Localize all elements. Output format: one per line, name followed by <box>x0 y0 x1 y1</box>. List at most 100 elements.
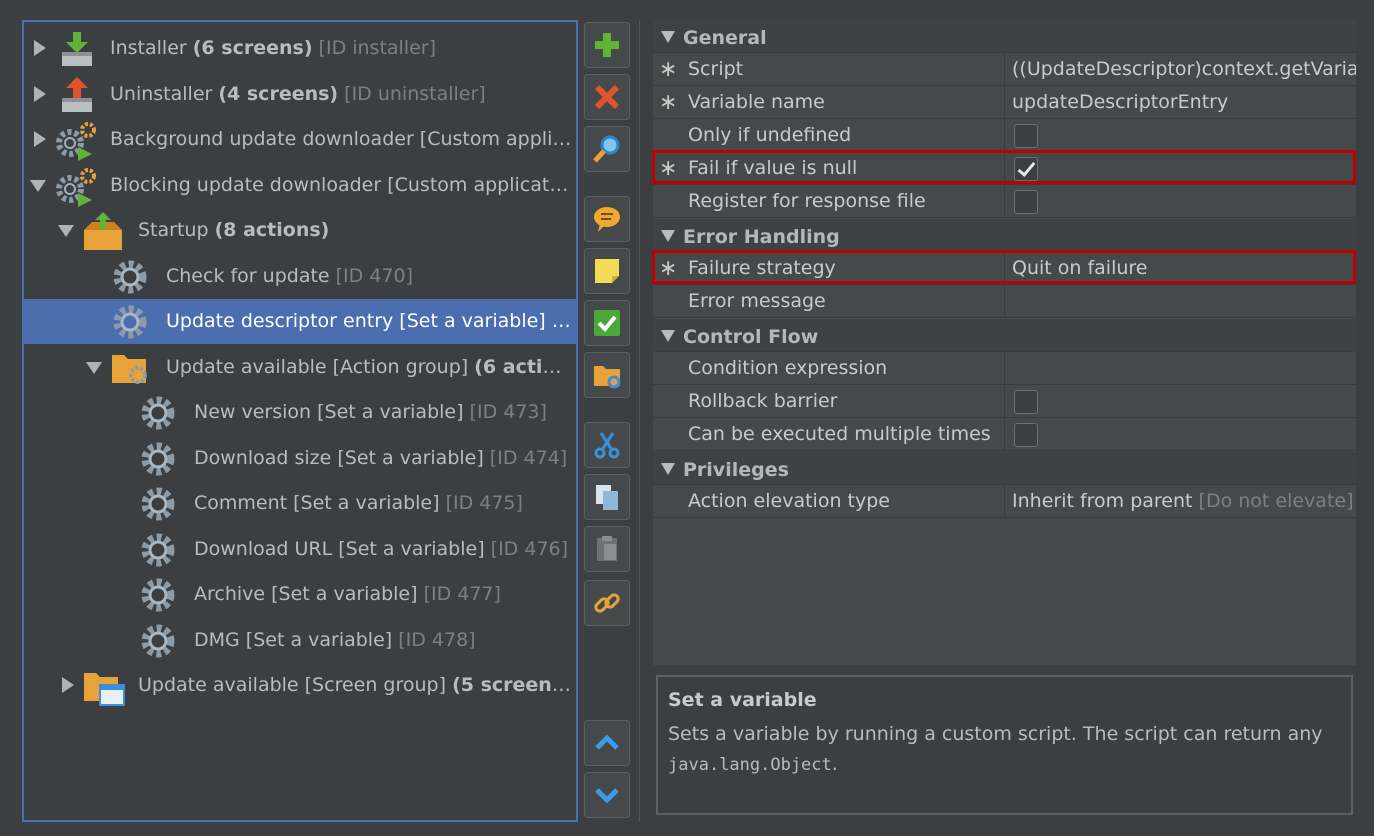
tree-item-update-descriptor-entry[interactable]: Update descriptor entry [Set a variable]… <box>24 299 576 344</box>
gear-icon <box>138 485 178 523</box>
property-condition-expression[interactable]: Condition expression <box>653 352 1356 385</box>
expand-arrow-icon[interactable] <box>34 86 46 102</box>
property-name: Can be executed multiple times <box>688 423 991 445</box>
expand-arrow-icon[interactable] <box>34 40 46 56</box>
installer-icon <box>56 30 96 68</box>
rollback-barrier-checkbox[interactable] <box>1014 390 1038 414</box>
tree-item-label: Update available [Screen group] <box>138 674 453 696</box>
category-error-handling[interactable]: Error Handling <box>653 219 1356 252</box>
property-rollback-barrier[interactable]: Rollback barrier <box>653 385 1356 418</box>
collapse-arrow-icon[interactable] <box>58 225 74 237</box>
tree-item-label: Background update downloader [Custom app… <box>110 128 572 150</box>
gear-icon <box>138 440 178 478</box>
tree-item-uninstaller[interactable]: Uninstaller (4 screens) [ID uninstaller] <box>24 72 576 117</box>
folder-button[interactable] <box>584 352 630 398</box>
property-value-cell <box>1004 418 1356 451</box>
collapse-arrow-icon[interactable] <box>30 180 46 192</box>
property-script[interactable]: ∗ Script ((UpdateDescriptor)context.getV… <box>653 53 1356 86</box>
copy-button[interactable] <box>584 474 630 520</box>
tree-item-id: [ID 475] <box>439 492 523 514</box>
elevation-value: Inherit from parent <box>1012 490 1193 512</box>
action-toolbar <box>584 20 630 822</box>
property-value-condition-expression[interactable] <box>1004 352 1356 385</box>
tree-item-blocking-downloader[interactable]: Blocking update downloader [Custom appli… <box>24 163 576 208</box>
action-tree[interactable]: Installer (6 screens) [ID installer] Uni… <box>22 20 578 822</box>
tree-item-new-version[interactable]: New version [Set a variable] [ID 473] <box>24 390 576 435</box>
description-end: . <box>831 753 838 775</box>
property-name: Rollback barrier <box>688 390 838 412</box>
tree-item-update-available-screen-group[interactable]: Update available [Screen group] (5 scree… <box>24 663 576 708</box>
check-icon <box>594 310 620 336</box>
panel-divider[interactable] <box>639 20 640 822</box>
delete-button[interactable] <box>584 74 630 120</box>
multiple-times-checkbox[interactable] <box>1014 423 1038 447</box>
property-only-if-undefined[interactable]: Only if undefined <box>653 119 1356 152</box>
tree-item-background-downloader[interactable]: Background update downloader [Custom app… <box>24 117 576 162</box>
tree-item-id: [ID 478] <box>392 629 476 651</box>
property-value-elevation-type[interactable]: Inherit from parent [Do not elevate] <box>1004 485 1356 518</box>
tree-item-check-for-update[interactable]: Check for update [ID 470] <box>24 254 576 299</box>
tree-item-installer[interactable]: Installer (6 screens) [ID installer] <box>24 26 576 71</box>
tree-item-download-size[interactable]: Download size [Set a variable] [ID 474] <box>24 436 576 481</box>
tree-item-label: Uninstaller <box>110 83 219 105</box>
property-value-script[interactable]: ((UpdateDescriptor)context.getVariabl <box>1004 53 1356 86</box>
comment-button[interactable] <box>584 196 630 242</box>
description-title: Set a variable <box>668 689 817 711</box>
tree-item-comment[interactable]: Comment [Set a variable] [ID 475] <box>24 481 576 526</box>
only-if-undefined-checkbox[interactable] <box>1014 124 1038 148</box>
copy-icon <box>596 485 618 510</box>
tree-item-dmg[interactable]: DMG [Set a variable] [ID 478] <box>24 618 576 663</box>
note-icon <box>595 259 619 283</box>
expand-arrow-icon[interactable] <box>34 131 46 147</box>
delete-icon <box>594 84 620 110</box>
tree-item-startup[interactable]: Startup (8 actions) <box>24 208 576 253</box>
add-button[interactable] <box>584 22 630 68</box>
tree-item-id: [ID 476] <box>484 538 569 560</box>
property-value-variable-name[interactable]: updateDescriptorEntry <box>1004 86 1356 119</box>
collapse-arrow-icon[interactable] <box>661 230 675 242</box>
move-up-button[interactable] <box>584 720 630 766</box>
tree-item-update-available-action-group[interactable]: Update available [Action group] (6 actio… <box>24 345 576 390</box>
gear-icon <box>138 394 178 432</box>
search-button[interactable] <box>584 126 630 172</box>
paste-button[interactable] <box>584 526 630 572</box>
property-action-elevation-type[interactable]: Action elevation type Inherit from paren… <box>653 485 1356 518</box>
tree-item-download-url[interactable]: Download URL [Set a variable] [ID 476] <box>24 527 576 572</box>
property-multiple-times[interactable]: Can be executed multiple times <box>653 418 1356 451</box>
required-marker: ∗ <box>659 90 678 115</box>
move-down-icon <box>595 788 619 804</box>
property-register-response-file[interactable]: Register for response file <box>653 185 1356 218</box>
category-general[interactable]: General <box>653 20 1356 53</box>
tree-item-id: [ID 473] <box>463 401 547 423</box>
check-button[interactable] <box>584 300 630 346</box>
collapse-arrow-icon[interactable] <box>86 362 102 374</box>
highlight-frame <box>652 150 1356 184</box>
tree-item-id: [ID uninstaller] <box>338 83 486 105</box>
tree-item-count: (6 screens) <box>192 37 313 59</box>
link-button[interactable] <box>584 580 630 626</box>
collapse-arrow-icon[interactable] <box>661 330 675 342</box>
category-privileges[interactable]: Privileges <box>653 452 1356 485</box>
property-variable-name[interactable]: ∗ Variable name updateDescriptorEntry <box>653 86 1356 119</box>
move-down-button[interactable] <box>584 772 630 818</box>
description-code: java.lang.Object <box>668 755 832 775</box>
cut-button[interactable] <box>584 422 630 468</box>
tree-item-archive[interactable]: Archive [Set a variable] [ID 477] <box>24 572 576 617</box>
register-response-checkbox[interactable] <box>1014 190 1038 214</box>
property-value-error-message[interactable] <box>1004 285 1356 318</box>
collapse-arrow-icon[interactable] <box>661 31 675 43</box>
note-button[interactable] <box>584 248 630 294</box>
tree-item-id: [ID installer] <box>312 37 437 59</box>
uninstaller-icon <box>56 76 96 114</box>
description-text: Sets a variable by running a custom scri… <box>668 719 1341 780</box>
tree-item-count: (5 screens) <box>452 674 572 696</box>
expand-arrow-icon[interactable] <box>62 677 74 693</box>
tree-item-label: New version [Set a variable] <box>194 401 464 423</box>
tree-item-label: Download size [Set a variable] <box>194 447 484 469</box>
property-name: Script <box>688 58 744 80</box>
category-label: Privileges <box>683 459 789 481</box>
property-error-message[interactable]: Error message <box>653 285 1356 318</box>
category-control-flow[interactable]: Control Flow <box>653 319 1356 352</box>
tree-item-label: Archive [Set a variable] <box>194 583 418 605</box>
collapse-arrow-icon[interactable] <box>661 463 675 475</box>
